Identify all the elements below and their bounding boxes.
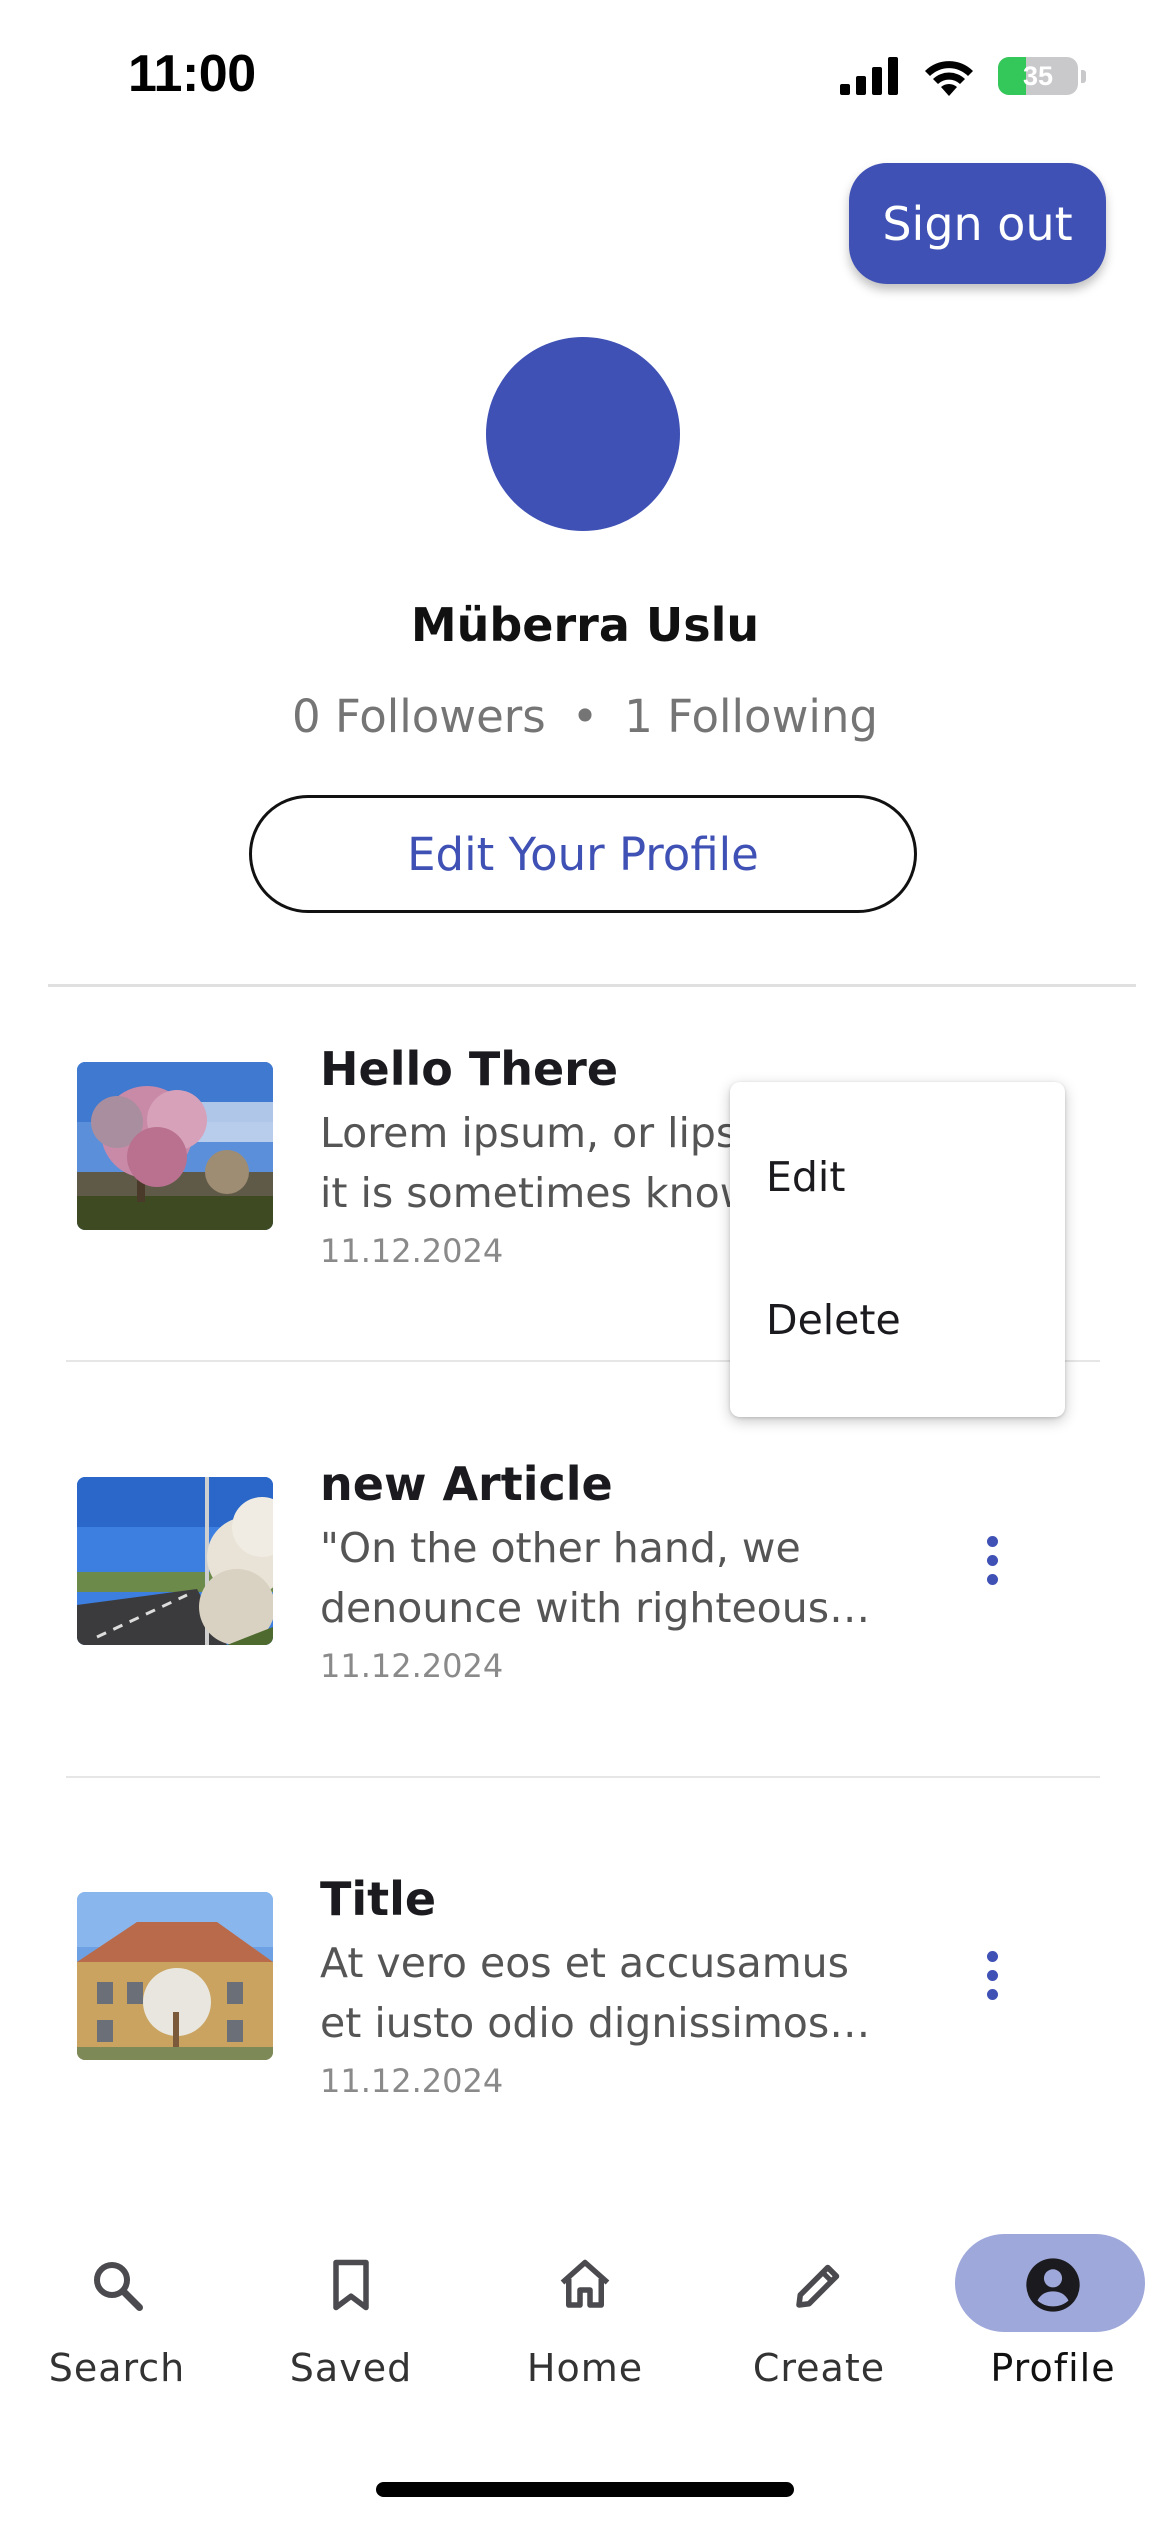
following-count[interactable]: 1 Following xyxy=(624,690,878,743)
nav-label: Saved xyxy=(289,2346,413,2390)
menu-item-edit[interactable]: Edit xyxy=(766,1153,845,1201)
stats-separator: • xyxy=(571,690,599,743)
article-thumbnail xyxy=(77,1477,273,1645)
followers-count[interactable]: 0 Followers xyxy=(292,690,546,743)
nav-label: Home xyxy=(526,2346,644,2390)
status-time: 11:00 xyxy=(128,45,256,103)
nav-item-search[interactable]: Search xyxy=(0,2220,234,2410)
nav-item-saved[interactable]: Saved xyxy=(234,2220,468,2410)
search-icon xyxy=(94,2262,143,2311)
nav-label: Search xyxy=(48,2346,186,2390)
article-snippet: "On the other hand, we denounce with rig… xyxy=(320,1518,880,1638)
nav-item-home[interactable]: Home xyxy=(468,2220,702,2410)
battery-cap xyxy=(1081,69,1086,83)
article-title: Title xyxy=(320,1872,437,1926)
snippet-line: At vero eos et accusamus xyxy=(320,1939,849,1987)
snippet-line: et iusto odio dignissimos… xyxy=(320,1999,871,2047)
battery-icon: 35 xyxy=(998,57,1078,95)
nav-label: Create xyxy=(752,2346,886,2390)
battery-percent: 35 xyxy=(1022,60,1054,91)
cellular-signal-icon xyxy=(840,57,898,95)
article-thumbnail xyxy=(77,1892,273,2060)
edit-profile-button[interactable]: Edit Your Profile xyxy=(249,795,917,913)
divider xyxy=(48,984,1136,987)
profile-screen: 11:00 35 Sign out Müberra Uslu 0 Followe… xyxy=(0,0,1170,2532)
pencil-icon xyxy=(796,2264,840,2308)
more-options-icon[interactable] xyxy=(972,1520,1012,1600)
bottom-navigation: Search Saved Home Create Profile xyxy=(0,2220,1170,2440)
article-date: 11.12.2024 xyxy=(320,1647,504,1685)
article-title: Hello There xyxy=(320,1042,619,1096)
article-item[interactable]: new Article "On the other hand, we denou… xyxy=(0,1445,1170,1745)
bookmark-icon xyxy=(333,2259,369,2311)
wifi-icon xyxy=(925,61,973,96)
sign-out-button[interactable]: Sign out xyxy=(849,163,1106,284)
nav-item-create[interactable]: Create xyxy=(702,2220,936,2410)
follow-stats: 0 Followers • 1 Following xyxy=(0,690,1170,743)
article-snippet: At vero eos et accusamus et iusto odio d… xyxy=(320,1933,880,2053)
nav-label: Profile xyxy=(990,2346,1116,2390)
snippet-line: "On the other hand, we xyxy=(320,1524,801,1572)
article-date: 11.12.2024 xyxy=(320,1232,504,1270)
article-title: new Article xyxy=(320,1457,613,1511)
home-indicator[interactable] xyxy=(376,2482,794,2497)
menu-item-delete[interactable]: Delete xyxy=(766,1296,901,1344)
status-icons: 35 xyxy=(840,56,1086,96)
nav-item-profile[interactable]: Profile xyxy=(936,2220,1170,2410)
account-circle-icon xyxy=(1026,2258,1080,2312)
divider xyxy=(66,1776,1100,1778)
avatar[interactable] xyxy=(486,337,680,531)
profile-name: Müberra Uslu xyxy=(410,598,760,652)
article-date: 11.12.2024 xyxy=(320,2062,504,2100)
article-thumbnail xyxy=(77,1062,273,1230)
snippet-line: denounce with righteous … xyxy=(320,1584,880,1632)
more-options-icon[interactable] xyxy=(972,1935,1012,2015)
article-context-menu: Edit Delete xyxy=(730,1082,1065,1417)
article-item[interactable]: Title At vero eos et accusamus et iusto … xyxy=(0,1860,1170,2160)
home-icon xyxy=(560,2259,610,2308)
